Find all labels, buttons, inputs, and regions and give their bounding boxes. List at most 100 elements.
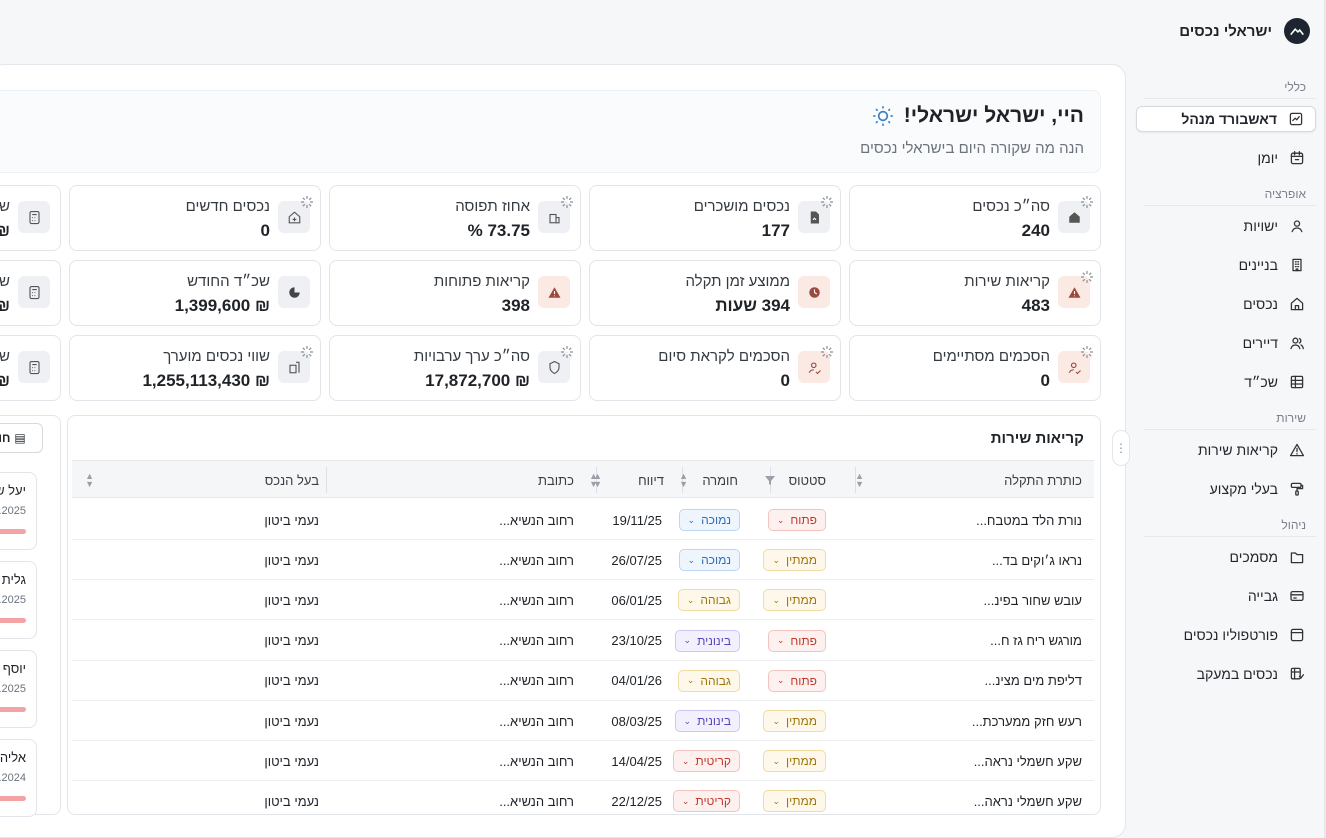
status-cell[interactable]: פתוח ⌄	[767, 500, 826, 540]
sidebar-item-paint-roller[interactable]: בעלי מקצוע	[1136, 476, 1316, 502]
severity-cell[interactable]: נמוכה ⌄	[678, 500, 740, 540]
sidebar-item-tracked[interactable]: נכסים במעקב	[1136, 661, 1316, 687]
severity-badge[interactable]: בינונית ⌄	[674, 629, 740, 652]
column-header[interactable]: בעל הנכס	[265, 461, 319, 499]
kpi-card[interactable]: הסכמים מסתיימים 0	[849, 335, 1101, 401]
table-row[interactable]: מורגש ריח גז ח... פתוח ⌄ בינונית ⌄ 23/10/25 רח…	[72, 621, 1094, 661]
status-badge[interactable]: פתוח ⌄	[767, 669, 826, 692]
sidebar-item-user[interactable]: ישויות	[1136, 213, 1316, 239]
sidebar-item-calendar[interactable]: יומן	[1136, 145, 1316, 171]
sidebar-item-home[interactable]: נכסים	[1136, 291, 1316, 317]
severity-cell[interactable]: גבוהה ⌄	[677, 661, 740, 701]
issue-title-cell: דליפת מים מצינ...	[984, 673, 1083, 689]
severity-cell[interactable]: גבוהה ⌄	[677, 580, 740, 620]
kpi-card[interactable]: ש₪	[0, 335, 61, 401]
sort-icon[interactable]: ▲ ▼	[679, 461, 688, 499]
contract-card[interactable]: יעל ש 5.2025	[0, 472, 37, 550]
kpi-label: ש	[0, 273, 10, 290]
column-header[interactable]: דיווח	[638, 461, 664, 499]
contract-card[interactable]: אליהו 5.2024	[0, 739, 37, 817]
column-header[interactable]: סטטוס	[789, 461, 826, 499]
kpi-card[interactable]: ש₪	[0, 260, 61, 326]
address-cell: רחוב הנשיא...	[499, 552, 574, 568]
sidebar-item-credit-card[interactable]: גבייה	[1136, 583, 1316, 609]
kpi-card[interactable]: אחוז תפוסה 73.75 %	[329, 185, 581, 251]
kpi-card[interactable]: ממוצע זמן תקלה 394 שעות	[589, 260, 841, 326]
status-cell[interactable]: ממתין ⌄	[763, 781, 826, 814]
report-date-cell: 22/12/25	[611, 793, 662, 809]
severity-cell[interactable]: בינונית ⌄	[674, 621, 740, 661]
table-row[interactable]: נורת הלד במטבח... פתוח ⌄ נמוכה ⌄ 19/11/25 רחוב…	[72, 500, 1094, 540]
sidebar-item-portfolio[interactable]: פורטפוליו נכסים	[1136, 622, 1316, 648]
contracts-button[interactable]: ▤ חוז	[0, 423, 43, 453]
severity-badge[interactable]: נמוכה ⌄	[678, 549, 740, 572]
kpi-card[interactable]: נכסים חדשים 0	[69, 185, 321, 251]
status-cell[interactable]: ממתין ⌄	[763, 540, 826, 580]
sidebar-item-users[interactable]: דיירים	[1136, 330, 1316, 356]
table-row[interactable]: רעש חזק ממערכת... ממתין ⌄ בינונית ⌄ 08/03/25 ר…	[72, 701, 1094, 741]
column-header[interactable]: חומרה	[702, 461, 738, 499]
building-icon	[1288, 256, 1306, 274]
status-badge[interactable]: ממתין ⌄	[763, 549, 826, 572]
kpi-card[interactable]: סה״כ נכסים 240	[849, 185, 1101, 251]
sidebar-item-warning[interactable]: קריאות שירות	[1136, 437, 1316, 463]
status-badge[interactable]: ממתין ⌄	[763, 710, 826, 732]
severity-cell[interactable]: בינונית ⌄	[674, 701, 740, 741]
contract-card[interactable]: יוסף ל 5.2025	[0, 650, 37, 728]
sidebar-collapse-handle[interactable]: ⋮	[1112, 430, 1130, 466]
column-header[interactable]: כתובת	[538, 461, 574, 499]
table-row[interactable]: עובש שחור בפינ... ממתין ⌄ גבוהה ⌄ 06/01/25 רחו…	[72, 580, 1094, 621]
sidebar-item-chart[interactable]: דאשבורד מנהל	[1136, 106, 1316, 132]
contract-card[interactable]: גלית א 5.2025	[0, 561, 37, 639]
status-cell[interactable]: ממתין ⌄	[763, 701, 826, 741]
table-row[interactable]: שקע חשמלי נראה... ממתין ⌄ קריטית ⌄ 14/04/25 רח…	[72, 741, 1094, 782]
table-row[interactable]: דליפת מים מצינ... פתוח ⌄ גבוהה ⌄ 04/01/26 רחוב…	[72, 661, 1094, 701]
address-cell: רחוב הנשיא...	[499, 633, 574, 649]
status-badge[interactable]: ממתין ⌄	[763, 750, 826, 773]
table-row[interactable]: נראו ג׳וקים בד... ממתין ⌄ נמוכה ⌄ 26/07/25 רחו…	[72, 540, 1094, 581]
status-badge[interactable]: פתוח ⌄	[767, 629, 826, 652]
filter-icon[interactable]	[764, 461, 776, 499]
severity-badge[interactable]: גבוהה ⌄	[677, 589, 740, 612]
sidebar-item-folder[interactable]: מסמכים	[1136, 544, 1316, 570]
sort-icon[interactable]: ▲ ▼	[85, 461, 94, 499]
brand[interactable]: ישראלי נכסים	[1179, 18, 1310, 44]
sidebar-item-table[interactable]: שכ״ד	[1136, 369, 1316, 395]
severity-cell[interactable]: קריטית ⌄	[672, 781, 740, 814]
severity-cell[interactable]: קריטית ⌄	[672, 741, 740, 781]
status-badge[interactable]: ממתין ⌄	[763, 790, 826, 813]
severity-badge[interactable]: בינונית ⌄	[674, 710, 740, 732]
kpi-card[interactable]: שכ״ד החודש ₪ 1,399,600	[69, 260, 321, 326]
status-badge[interactable]: פתוח ⌄	[767, 509, 826, 531]
kpi-card[interactable]: הסכמים לקראת סיום 0	[589, 335, 841, 401]
kpi-label: שווי נכסים מוערך	[163, 348, 270, 365]
issue-title-cell: נראו ג׳וקים בד...	[991, 552, 1082, 568]
contract-tenant-name: יוסף ל	[0, 661, 26, 676]
severity-badge[interactable]: קריטית ⌄	[672, 790, 740, 813]
sort-icon[interactable]: ▲ ▼	[589, 461, 598, 499]
status-label: פתוח	[790, 633, 817, 648]
severity-badge[interactable]: קריטית ⌄	[672, 750, 740, 773]
status-cell[interactable]: ממתין ⌄	[763, 580, 826, 620]
contract-progress-bar	[0, 707, 26, 712]
kpi-card[interactable]: ש₪	[0, 185, 61, 251]
table-row[interactable]: שקע חשמלי נראה... ממתין ⌄ קריטית ⌄ 22/12/25 רח…	[72, 781, 1094, 814]
status-cell[interactable]: פתוח ⌄	[767, 661, 826, 701]
kpi-card[interactable]: סה״כ ערך ערבויות ₪ 17,872,700	[329, 335, 581, 401]
severity-badge[interactable]: נמוכה ⌄	[678, 509, 740, 531]
kpi-card[interactable]: קריאות שירות 483	[849, 260, 1101, 326]
status-badge[interactable]: ממתין ⌄	[763, 589, 826, 612]
column-header[interactable]: כותרת התקלה	[1004, 461, 1082, 499]
issue-title-cell: שקע חשמלי נראה...	[973, 793, 1082, 809]
sidebar-item-building[interactable]: בניינים	[1136, 252, 1316, 278]
column-divider[interactable]	[326, 467, 327, 493]
sort-icon[interactable]: ▲ ▼	[855, 461, 864, 499]
kpi-card[interactable]: שווי נכסים מוערך ₪ 1,255,113,430	[69, 335, 321, 401]
status-cell[interactable]: פתוח ⌄	[767, 621, 826, 661]
kpi-value: ₪ 1,255,113,430	[142, 371, 270, 390]
kpi-card[interactable]: קריאות פתוחות 398	[329, 260, 581, 326]
severity-cell[interactable]: נמוכה ⌄	[678, 540, 740, 580]
kpi-card[interactable]: נכסים מושכרים 177	[589, 185, 841, 251]
status-cell[interactable]: ממתין ⌄	[763, 741, 826, 781]
severity-badge[interactable]: גבוהה ⌄	[677, 669, 740, 692]
